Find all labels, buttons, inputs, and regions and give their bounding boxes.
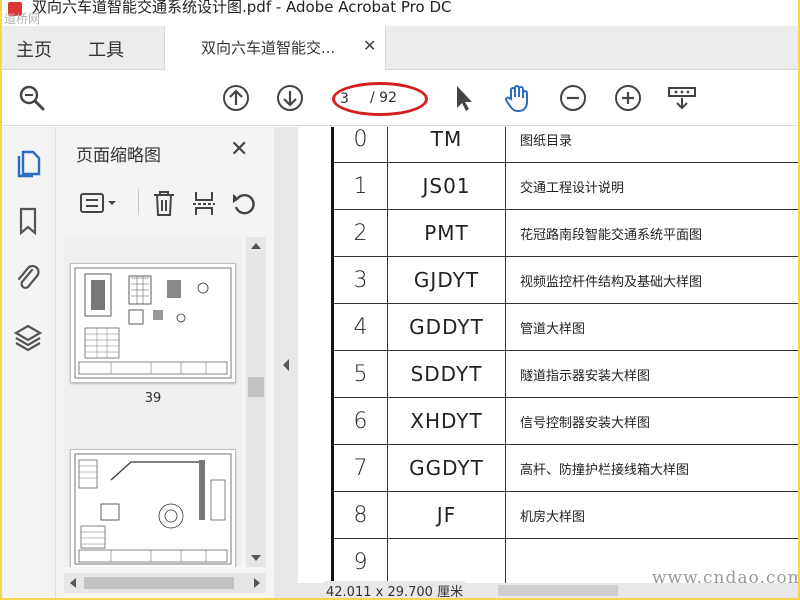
zoom-in-icon[interactable] [612,82,644,114]
row-number: 5 [333,350,388,398]
tab-bar: 主页 工具 双向六车道智能交... ✕ [2,26,798,70]
drawing-code: GJDYT [387,256,506,304]
row-number: 8 [333,491,388,539]
drawing-code: PMT [387,209,506,257]
next-page-icon[interactable] [274,82,306,114]
rotate-page-icon[interactable] [228,187,260,219]
acrobat-window: 道桥网 双向六车道智能交通系统设计图.pdf - Adobe Acrobat P… [2,0,798,598]
tab-home[interactable]: 主页 [16,36,52,62]
title-bar: 道桥网 双向六车道智能交通系统设计图.pdf - Adobe Acrobat P… [2,0,798,26]
drawing-name: 图纸目录 [505,127,798,163]
table-row: 7 GGDYT 高杆、防撞护栏接线箱大样图 [333,444,798,492]
thumbnails-horizontal-scrollbar[interactable] [64,573,266,593]
drawing-index-table: 0 TM 图纸目录 1 JS01 交通工程设计说明 2 PMT 花冠路南段智能交通系统平面图 3 G… [333,127,798,586]
table-row: 4 GDDYT 管道大样图 [333,303,798,351]
window-title: 双向六车道智能交通系统设计图.pdf - Adobe Acrobat Pro D… [32,0,452,16]
thumbnail-options-icon[interactable] [74,187,122,219]
row-number: 7 [333,444,388,492]
thumbnails-panel: 页面缩略图 ✕ 39 [56,127,274,598]
site-watermark: www.cndao.com [652,568,798,588]
scrollbar-thumb[interactable] [498,585,618,596]
zoom-out-icon[interactable] [557,82,589,114]
drawing-code: SDDYT [387,350,506,398]
thumbnail-page-number: 39 [144,391,162,406]
bookmark-icon[interactable] [13,205,43,237]
thumbnails-vertical-scrollbar[interactable] [246,237,266,567]
navigation-rail [2,127,56,598]
row-number: 6 [333,397,388,445]
drawing-name: 管道大样图 [505,303,798,351]
table-row: 6 XHDYT 信号控制器安装大样图 [333,397,798,445]
drawing-code: GGDYT [387,444,506,492]
table-row: 2 PMT 花冠路南段智能交通系统平面图 [333,209,798,257]
hand-icon[interactable] [502,82,534,114]
table-row: 5 SDDYT 隧道指示器安装大样图 [333,350,798,398]
page-thumbnails-icon[interactable] [13,147,43,179]
panel-collapse-handle[interactable] [274,127,298,598]
tab-document-label: 双向六车道智能交... [201,39,336,57]
search-icon[interactable] [16,82,48,114]
drawing-name: 高杆、防撞护栏接线箱大样图 [505,444,798,492]
drawing-code: TM [387,127,506,163]
drawing-code [387,538,506,586]
read-mode-icon[interactable] [666,82,698,114]
page-thumbnail[interactable] [70,449,236,567]
drawing-code: GDDYT [387,303,506,351]
row-number: 3 [333,256,388,304]
drawing-name: 机房大样图 [505,491,798,539]
tab-tools[interactable]: 工具 [88,36,124,62]
select-cursor-icon[interactable] [448,82,480,114]
drawing-name: 隧道指示器安装大样图 [505,350,798,398]
toolbar: / 92 [2,70,798,126]
close-panel-icon[interactable]: ✕ [230,137,248,162]
delete-page-icon[interactable] [148,187,180,219]
table-row: 0 TM 图纸目录 [333,127,798,163]
drawing-name: 视频监控杆件结构及基础大样图 [505,256,798,304]
tab-document[interactable]: 双向六车道智能交... ✕ [164,26,386,70]
page-total: / 92 [370,90,397,106]
table-border-line [331,127,334,587]
toolbar-divider [138,189,139,215]
table-row: 8 JF 机房大样图 [333,491,798,539]
row-number: 4 [333,303,388,351]
drawing-code: JF [387,491,506,539]
thumbnails-list: 39 [64,237,242,567]
drawing-name: 交通工程设计说明 [505,162,798,210]
page-size-readout: 42.011 x 29.700 厘米 [324,581,466,598]
row-number: 1 [333,162,388,210]
page-number-box: / 92 [336,86,422,112]
drawing-code: JS01 [387,162,506,210]
drawing-name: 信号控制器安装大样图 [505,397,798,445]
row-number: 9 [333,538,388,586]
panel-title: 页面缩略图 [76,146,161,166]
close-tab-icon[interactable]: ✕ [363,36,376,55]
table-row: 1 JS01 交通工程设计说明 [333,162,798,210]
page-thumbnail[interactable] [70,263,236,383]
page-number-input[interactable] [340,89,364,109]
drawing-name: 花冠路南段智能交通系统平面图 [505,209,798,257]
attachment-icon[interactable] [13,261,43,293]
table-row: 3 GJDYT 视频监控杆件结构及基础大样图 [333,256,798,304]
extract-page-icon[interactable] [188,187,220,219]
drawing-code: XHDYT [387,397,506,445]
layers-icon[interactable] [13,321,43,353]
row-number: 0 [333,127,388,163]
document-view[interactable]: 0 TM 图纸目录 1 JS01 交通工程设计说明 2 PMT 花冠路南段智能交通系统平面图 3 G… [298,127,798,598]
row-number: 2 [333,209,388,257]
prev-page-icon[interactable] [220,82,252,114]
